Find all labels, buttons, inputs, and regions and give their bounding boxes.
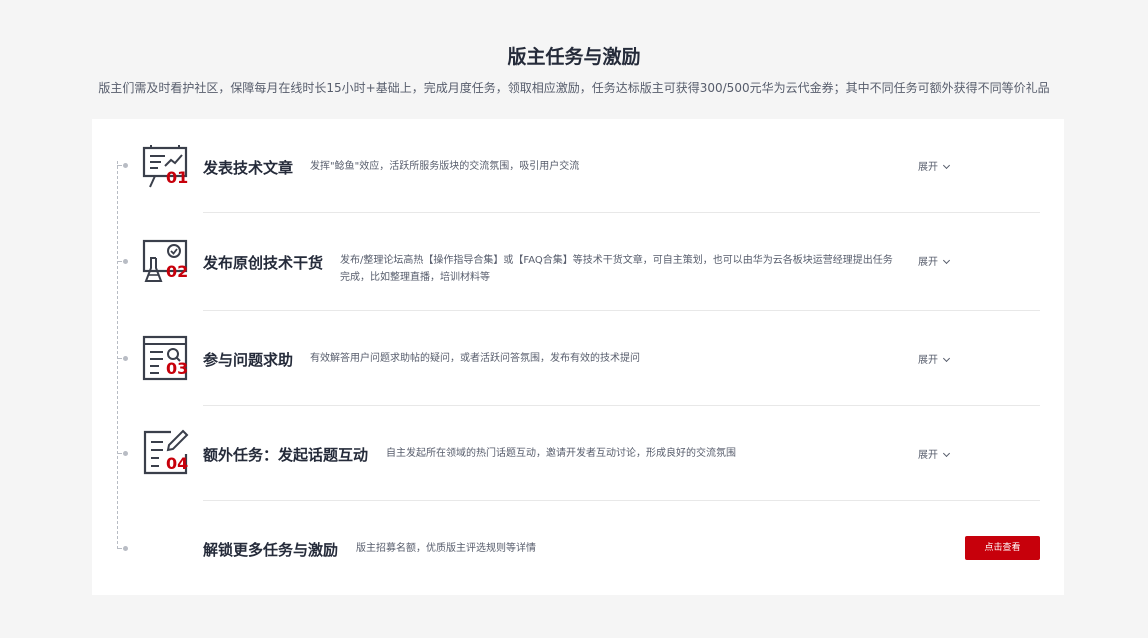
timeline-dot: [123, 356, 128, 361]
expand-label: 展开: [918, 257, 938, 268]
expand-label: 展开: [918, 450, 938, 461]
task-desc: 发挥"鲶鱼"效应，活跃所服务版块的交流氛围，吸引用户交流: [310, 161, 580, 172]
task-desc: 发布/整理论坛高热【操作指导合集】或【FAQ合集】等技术干货文章，可自主策划，也…: [340, 255, 893, 283]
timeline-tick: [117, 453, 122, 454]
timeline-dot: [123, 259, 128, 264]
chevron-down-icon: [942, 354, 951, 363]
task-title: 发表技术文章: [203, 159, 294, 177]
task-title: 参与问题求助: [203, 351, 294, 369]
expand-label: 展开: [918, 162, 938, 173]
row-divider: [203, 500, 1040, 501]
timeline-dot: [123, 163, 128, 168]
expand-button[interactable]: 展开: [918, 158, 951, 173]
timeline-tick: [117, 548, 122, 549]
task-title: 发布原创技术干货: [203, 254, 324, 272]
task-number: 02: [166, 262, 189, 281]
task-title: 额外任务：发起话题互动: [203, 446, 369, 464]
task-desc: 有效解答用户问题求助帖的疑问，或者活跃问答氛围，发布有效的技术提问: [310, 353, 640, 364]
timeline-tick: [117, 261, 122, 262]
page-subtitle: 版主们需及时看护社区，保障每月在线时长15小时+基础上，完成月度任务，领取相应激…: [98, 81, 1050, 95]
chevron-down-icon: [942, 449, 951, 458]
timeline-tick: [117, 358, 122, 359]
more-desc: 版主招募名额，优质版主评选规则等详情: [356, 543, 536, 554]
task-number: 04: [166, 454, 189, 473]
task-number: 03: [166, 359, 189, 378]
expand-button[interactable]: 展开: [918, 446, 951, 461]
chevron-down-icon: [942, 161, 951, 170]
chevron-down-icon: [942, 256, 951, 265]
view-more-button[interactable]: 点击查看: [965, 536, 1040, 560]
timeline-line: [117, 161, 118, 549]
row-divider: [203, 212, 1040, 213]
expand-button[interactable]: 展开: [918, 351, 951, 366]
task-desc: 自主发起所在领域的热门话题互动，邀请开发者互动讨论，形成良好的交流氛围: [386, 448, 736, 459]
page: 版主任务与激励 版主们需及时看护社区，保障每月在线时长15小时+基础上，完成月度…: [0, 0, 1148, 638]
expand-button[interactable]: 展开: [918, 253, 951, 268]
page-title: 版主任务与激励: [507, 46, 641, 68]
row-divider: [203, 310, 1040, 311]
task-number: 01: [166, 168, 189, 187]
more-title: 解锁更多任务与激励: [203, 541, 339, 559]
row-divider: [203, 405, 1040, 406]
timeline-dot: [123, 546, 128, 551]
timeline-tick: [117, 165, 122, 166]
expand-label: 展开: [918, 355, 938, 366]
timeline-dot: [123, 451, 128, 456]
